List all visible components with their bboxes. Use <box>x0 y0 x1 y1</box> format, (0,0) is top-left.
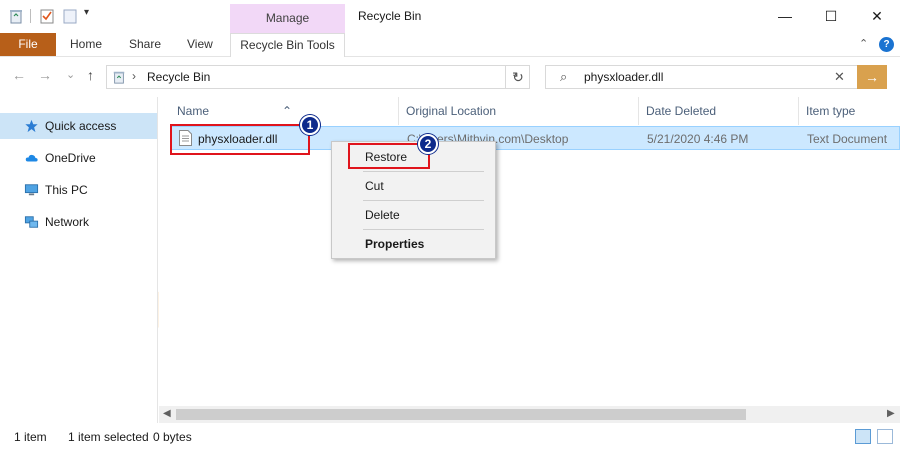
sidebar-item-network[interactable]: Network <box>0 209 157 235</box>
scroll-right-icon[interactable]: ▶ <box>887 408 895 419</box>
cloud-icon <box>25 154 38 162</box>
status-item-count: 1 item <box>14 430 47 444</box>
step-badge-1: 1 <box>300 115 320 135</box>
column-header-name[interactable]: Name <box>177 104 209 118</box>
star-icon <box>25 119 38 133</box>
column-divider[interactable] <box>798 97 799 125</box>
scroll-left-icon[interactable]: ◀ <box>163 408 171 419</box>
up-button[interactable]: ↑ <box>87 67 94 83</box>
back-button[interactable]: ← <box>12 67 26 83</box>
new-folder-icon[interactable] <box>62 8 78 24</box>
horizontal-scrollbar[interactable]: ◀ ▶ <box>159 406 900 423</box>
clear-search-button[interactable]: ✕ <box>834 69 845 85</box>
maximize-button[interactable]: ☐ <box>808 0 854 33</box>
sort-ascending-icon: ⌃ <box>282 104 293 118</box>
sidebar-item-label: Network <box>45 215 90 229</box>
properties-icon[interactable] <box>39 8 55 24</box>
file-date-deleted: 5/21/2020 4:46 PM <box>647 132 749 146</box>
tab-manage[interactable]: Manage <box>230 4 345 33</box>
file-item-type: Text Document <box>807 132 888 146</box>
tab-recycle-bin-tools[interactable]: Recycle Bin Tools <box>230 33 345 57</box>
ribbon-collapse-icon[interactable]: ⌃ <box>859 37 868 50</box>
menu-item-cut[interactable]: Cut <box>334 174 493 198</box>
details-view-icon[interactable] <box>855 429 871 444</box>
menu-item-properties[interactable]: Properties <box>334 232 493 256</box>
close-button[interactable]: ✕ <box>854 0 900 33</box>
sidebar-item-onedrive[interactable]: OneDrive <box>0 145 157 171</box>
recent-locations-button[interactable]: ⌄ <box>66 68 75 81</box>
breadcrumb-separator-icon[interactable]: › <box>132 69 136 83</box>
menu-item-label: Properties <box>365 237 425 251</box>
breadcrumb-recycle-bin[interactable]: Recycle Bin <box>147 70 210 84</box>
column-header-date-deleted[interactable]: Date Deleted <box>646 104 716 118</box>
navigation-pane: Quick access OneDrive This PC Network <box>0 97 158 423</box>
sidebar-item-label: This PC <box>45 183 88 197</box>
column-headers: ⌃ Name Original Location Date Deleted It… <box>159 97 900 125</box>
column-divider[interactable] <box>398 97 399 125</box>
help-icon[interactable]: ? <box>879 37 894 52</box>
sidebar-item-label: Quick access <box>45 119 117 133</box>
address-bar[interactable]: › Recycle Bin ⌄ <box>106 65 530 89</box>
menu-item-delete[interactable]: Delete <box>334 203 493 227</box>
sidebar-item-quick-access[interactable]: Quick access <box>0 113 157 139</box>
column-header-original-location[interactable]: Original Location <box>406 104 496 118</box>
column-header-item-type[interactable]: Item type <box>806 104 855 118</box>
qat-separator <box>30 9 31 23</box>
search-icon: ⌕ <box>560 69 568 84</box>
tab-file[interactable]: File <box>0 33 56 56</box>
sidebar-item-this-pc[interactable]: This PC <box>0 177 157 203</box>
ribbon-tabs: File Home Share View Recycle Bin Tools ⌃ <box>0 33 900 57</box>
search-box[interactable]: ⌕ physxloader.dll ✕ → <box>545 65 887 89</box>
tab-view[interactable]: View <box>187 33 213 56</box>
highlight-file-name <box>170 124 310 155</box>
status-bar: 1 item 1 item selected 0 bytes <box>0 423 900 450</box>
step-badge-2: 2 <box>418 134 438 154</box>
menu-separator <box>363 229 484 230</box>
title-bar: ▾ Manage Recycle Bin — ☐ ✕ <box>0 0 900 33</box>
column-divider[interactable] <box>638 97 639 125</box>
recycle-bin-icon <box>10 10 22 24</box>
menu-item-label: Cut <box>365 179 384 193</box>
window-title: Recycle Bin <box>358 9 422 23</box>
sidebar-item-label: OneDrive <box>45 151 96 165</box>
network-icon <box>24 216 39 228</box>
menu-separator <box>363 200 484 201</box>
navigation-bar: ← → ⌄ ↑ › Recycle Bin ⌄ ↻ ⌕ physxloader.… <box>0 57 900 97</box>
recycle-bin-icon <box>113 71 125 84</box>
search-input[interactable]: physxloader.dll <box>584 70 663 84</box>
large-icons-view-icon[interactable] <box>877 429 893 444</box>
status-selected: 1 item selected <box>68 430 149 444</box>
menu-separator <box>363 171 484 172</box>
refresh-button[interactable]: ↻ <box>505 65 530 89</box>
forward-button[interactable]: → <box>38 67 52 83</box>
qat-customize-icon[interactable]: ▾ <box>84 7 100 23</box>
tab-share[interactable]: Share <box>129 33 161 56</box>
scrollbar-thumb[interactable] <box>176 409 746 420</box>
minimize-button[interactable]: — <box>762 0 808 33</box>
status-size: 0 bytes <box>153 430 192 444</box>
tab-home[interactable]: Home <box>70 33 102 56</box>
menu-item-label: Delete <box>365 208 400 222</box>
computer-icon <box>24 184 39 196</box>
search-go-button[interactable]: → <box>857 65 887 89</box>
